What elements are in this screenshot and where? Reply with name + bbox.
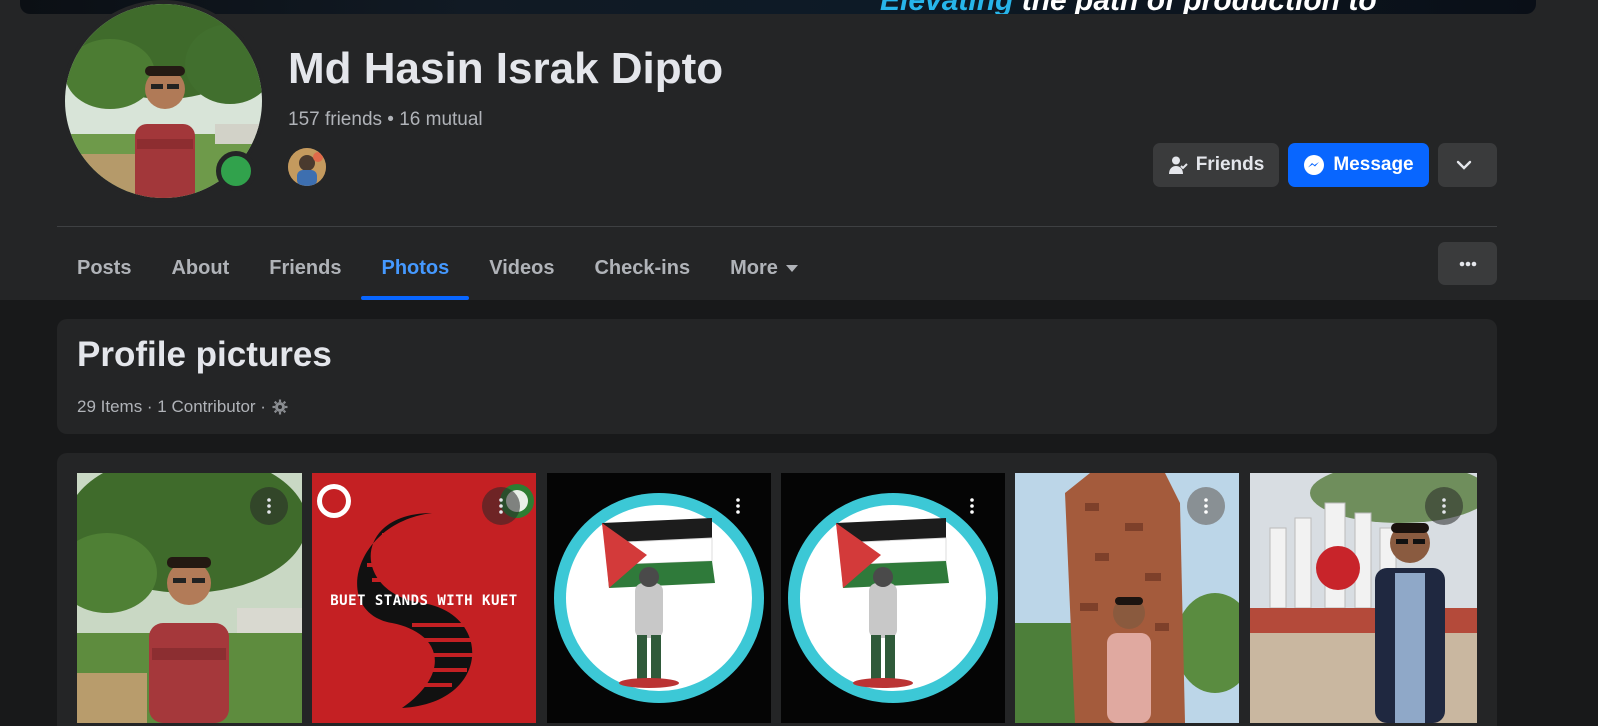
photo-overlay-text: BUET STANDS WITH KUET xyxy=(330,593,518,609)
profile-header: Elevating the path of production to Md xyxy=(0,0,1598,300)
facebook-profile-page: Elevating the path of production to Md xyxy=(0,0,1598,726)
photo-item[interactable] xyxy=(77,473,302,723)
photo-options-button[interactable] xyxy=(953,487,991,525)
tab-more[interactable]: More xyxy=(710,236,818,300)
photo-options-button[interactable] xyxy=(250,487,288,525)
messenger-icon xyxy=(1304,155,1325,175)
tab-posts[interactable]: Posts xyxy=(57,236,151,300)
cover-photo[interactable]: Elevating the path of production to xyxy=(20,0,1536,14)
friends-button[interactable]: Friends xyxy=(1153,143,1279,187)
photos-grid: BUET STANDS WITH KUET xyxy=(57,453,1497,726)
profile-options-dropdown[interactable] xyxy=(1438,143,1497,187)
profile-tabs: Posts About Friends Photos Videos Check-… xyxy=(57,236,818,300)
tab-check-ins[interactable]: Check-ins xyxy=(574,236,710,300)
album-info-card: Profile pictures 29 Items · 1 Contributo… xyxy=(57,319,1497,434)
vertical-ellipsis-icon xyxy=(736,498,740,514)
photo-item[interactable] xyxy=(547,473,771,723)
friend-count[interactable]: 157 friends • 16 mutual xyxy=(288,109,483,131)
vertical-ellipsis-icon xyxy=(1204,498,1208,514)
vertical-ellipsis-icon xyxy=(1442,498,1446,514)
tab-videos[interactable]: Videos xyxy=(469,236,574,300)
online-status-indicator xyxy=(216,151,256,191)
friends-button-label: Friends xyxy=(1195,154,1265,175)
message-button-label: Message xyxy=(1333,154,1414,175)
tab-more-label: More xyxy=(730,256,778,279)
vertical-ellipsis-icon xyxy=(970,498,974,514)
photo-options-button[interactable] xyxy=(719,487,757,525)
vertical-ellipsis-icon xyxy=(499,498,503,514)
photo-item[interactable] xyxy=(781,473,1005,723)
header-divider xyxy=(57,226,1497,227)
tab-about[interactable]: About xyxy=(151,236,249,300)
vertical-ellipsis-icon xyxy=(267,498,271,514)
album-meta-text: 29 Items · 1 Contributor · xyxy=(77,397,266,416)
gear-icon[interactable] xyxy=(272,399,288,415)
ellipsis-icon xyxy=(1459,261,1476,266)
photo-options-button[interactable] xyxy=(1187,487,1225,525)
photo-item[interactable] xyxy=(1250,473,1477,723)
person-check-icon xyxy=(1168,156,1188,174)
tab-friends[interactable]: Friends xyxy=(249,236,361,300)
tab-photos[interactable]: Photos xyxy=(361,236,470,300)
mutual-friend-avatar[interactable] xyxy=(288,148,326,186)
album-meta: 29 Items · 1 Contributor · xyxy=(77,397,288,417)
chevron-down-icon xyxy=(1456,160,1471,170)
profile-name: Md Hasin Israk Dipto xyxy=(288,44,724,93)
cover-photo-text: Elevating the path of production to xyxy=(880,0,1377,14)
more-options-button[interactable] xyxy=(1438,242,1497,285)
photo-options-button[interactable] xyxy=(1425,487,1463,525)
album-title: Profile pictures xyxy=(77,335,332,374)
message-button[interactable]: Message xyxy=(1288,143,1429,187)
photo-options-button[interactable] xyxy=(482,487,520,525)
photo-item[interactable]: BUET STANDS WITH KUET xyxy=(312,473,536,723)
mutual-friend-photo xyxy=(288,148,326,186)
photo-item[interactable] xyxy=(1015,473,1239,723)
caret-down-icon xyxy=(785,264,798,272)
